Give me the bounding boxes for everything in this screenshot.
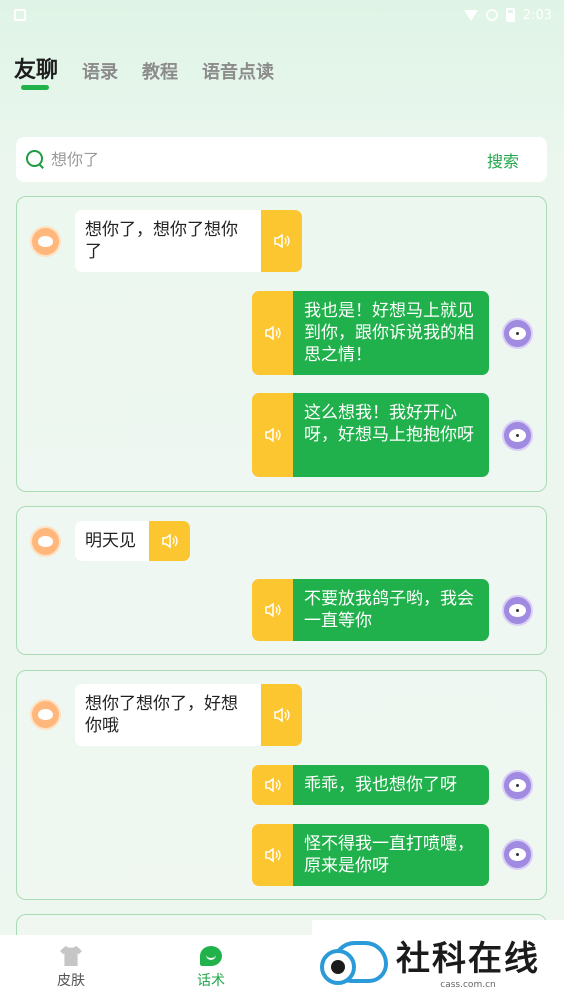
conversation-card: 想你了想你了，好想你哦 乖乖，我也想你了呀 怪不得我一直打喷嚏，原来是你呀 <box>16 670 547 900</box>
wifi-icon <box>463 9 478 21</box>
message-right[interactable]: 这么想我！我好开心呀，好想马上抱抱你呀 <box>252 393 489 477</box>
search-input[interactable] <box>51 150 487 169</box>
status-time: 2:03 <box>522 7 552 23</box>
bear-avatar <box>502 595 533 626</box>
speaker-icon <box>264 602 281 618</box>
nav-huashu[interactable]: 话术 <box>166 935 256 1001</box>
play-audio-button[interactable] <box>252 824 293 886</box>
play-audio-button[interactable] <box>252 765 293 805</box>
message-right[interactable]: 乖乖，我也想你了呀 <box>252 765 489 805</box>
message-left[interactable]: 明天见 <box>75 521 190 561</box>
message-text: 想你了，想你了想你了 <box>75 210 261 272</box>
bear-avatar <box>502 318 533 349</box>
speaker-icon <box>264 847 281 863</box>
speaker-icon <box>161 533 178 549</box>
bear-avatar <box>502 770 533 801</box>
tab-yulu[interactable]: 语录 <box>82 58 118 84</box>
message-right[interactable]: 我也是！好想马上就见到你，跟你诉说我的相思之情！ <box>252 291 489 375</box>
top-tabs: 友聊 语录 教程 语音点读 <box>14 52 274 90</box>
message-text: 我也是！好想马上就见到你，跟你诉说我的相思之情！ <box>293 291 489 375</box>
watermark-logo-icon <box>318 935 390 987</box>
notification-icon <box>14 9 26 21</box>
bear-avatar <box>502 839 533 870</box>
signal-icon <box>485 9 498 21</box>
message-text: 乖乖，我也想你了呀 <box>293 765 489 805</box>
fox-avatar <box>30 526 61 557</box>
watermark: 社科在线 cass.com.cn <box>312 920 564 1001</box>
watermark-title: 社科在线 <box>396 939 540 979</box>
status-bar: 2:03 <box>0 0 564 30</box>
chat-icon <box>200 946 222 966</box>
message-text: 这么想我！我好开心呀，好想马上抱抱你呀 <box>293 393 489 477</box>
watermark-subtitle: cass.com.cn <box>440 980 496 990</box>
watermark-text: 社科在线 cass.com.cn <box>396 931 540 990</box>
message-left[interactable]: 想你了想你了，好想你哦 <box>75 684 302 746</box>
tab-youliao[interactable]: 友聊 <box>14 52 58 90</box>
tab-jiaocheng[interactable]: 教程 <box>142 58 178 84</box>
play-audio-button[interactable] <box>252 393 293 477</box>
message-text: 怪不得我一直打喷嚏，原来是你呀 <box>293 824 489 886</box>
message-right[interactable]: 不要放我鸽子哟，我会一直等你 <box>252 579 489 641</box>
message-right[interactable]: 怪不得我一直打喷嚏，原来是你呀 <box>252 824 489 886</box>
play-audio-button[interactable] <box>261 684 302 746</box>
search-icon <box>26 150 45 169</box>
message-text: 想你了想你了，好想你哦 <box>75 684 261 746</box>
speaker-icon <box>264 427 281 443</box>
play-audio-button[interactable] <box>252 579 293 641</box>
battery-icon <box>505 8 515 22</box>
fox-avatar <box>30 699 61 730</box>
bear-avatar <box>502 420 533 451</box>
conversation-card: 明天见 不要放我鸽子哟，我会一直等你 <box>16 506 547 655</box>
message-text: 明天见 <box>75 521 149 561</box>
play-audio-button[interactable] <box>252 291 293 375</box>
shirt-icon <box>60 946 82 966</box>
conversation-card: 想你了，想你了想你了 我也是！好想马上就见到你，跟你诉说我的相思之情！ 这么想我… <box>16 196 547 492</box>
speaker-icon <box>264 325 281 341</box>
nav-label: 皮肤 <box>57 973 85 989</box>
play-audio-button[interactable] <box>261 210 302 272</box>
tab-yuyin-diandu[interactable]: 语音点读 <box>202 58 274 84</box>
nav-label: 话术 <box>197 973 225 989</box>
message-text: 不要放我鸽子哟，我会一直等你 <box>293 579 489 641</box>
speaker-icon <box>264 777 281 793</box>
status-right: 2:03 <box>463 7 552 23</box>
search-button[interactable]: 搜索 <box>487 148 519 172</box>
nav-pifu[interactable]: 皮肤 <box>26 935 116 1001</box>
message-left[interactable]: 想你了，想你了想你了 <box>75 210 302 272</box>
fox-avatar <box>30 226 61 257</box>
speaker-icon <box>273 233 290 249</box>
speaker-icon <box>273 707 290 723</box>
play-audio-button[interactable] <box>149 521 190 561</box>
search-bar: 搜索 <box>16 137 547 182</box>
